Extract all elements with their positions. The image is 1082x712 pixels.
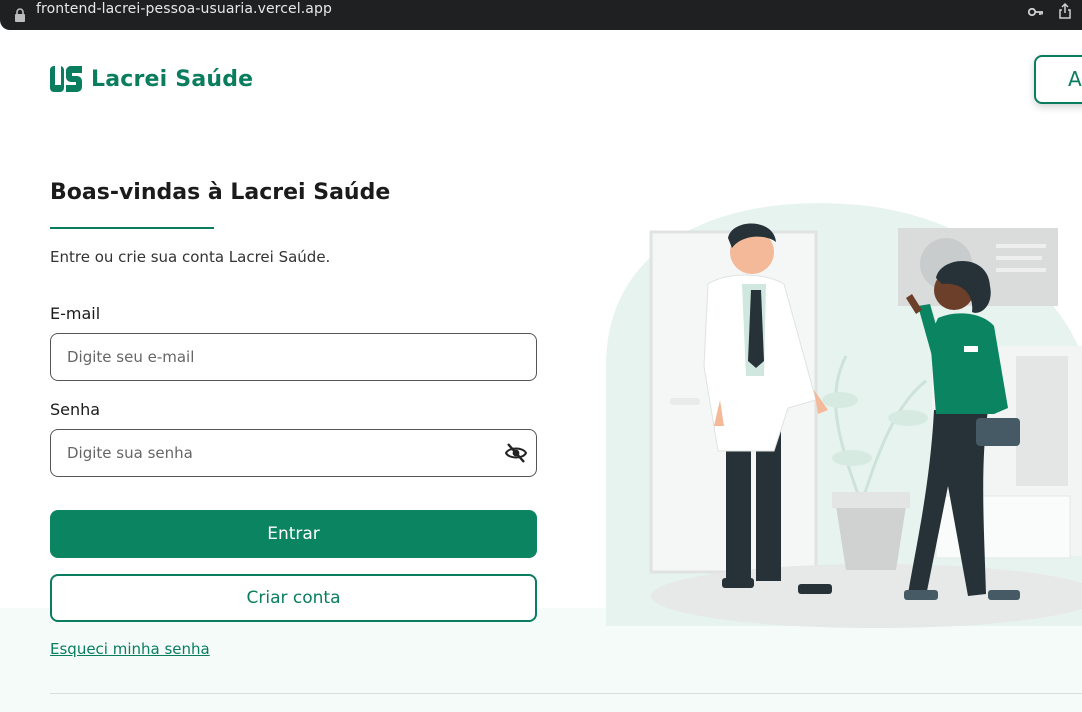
create-account-button[interactable]: Criar conta — [50, 574, 537, 622]
email-placeholder: Digite seu e-mail — [67, 348, 195, 366]
lock-icon — [15, 8, 25, 22]
lacrei-logo-icon — [50, 66, 82, 92]
page-title: Boas-vindas à Lacrei Saúde — [50, 180, 391, 205]
divider — [50, 693, 1082, 694]
password-placeholder: Digite sua senha — [67, 444, 193, 462]
email-label: E-mail — [50, 304, 101, 323]
browser-address-bar: frontend-lacrei-pessoa-usuaria.vercel.ap… — [0, 0, 1082, 30]
header-action-button[interactable]: A — [1034, 55, 1082, 104]
email-field[interactable]: Digite seu e-mail — [50, 333, 537, 381]
brand-name: Lacrei Saúde — [91, 66, 254, 92]
eye-slash-icon[interactable] — [504, 442, 528, 464]
share-icon[interactable] — [1058, 3, 1072, 19]
brand-logo[interactable]: Lacrei Saúde — [50, 66, 253, 92]
title-underline — [50, 227, 214, 229]
forgot-password-link[interactable]: Esqueci minha senha — [50, 640, 210, 658]
password-label: Senha — [50, 400, 101, 419]
doctor-patient-illustration — [606, 203, 1082, 628]
key-icon[interactable] — [1028, 6, 1044, 18]
password-field[interactable]: Digite sua senha — [50, 429, 537, 477]
page-subtitle: Entre ou crie sua conta Lacrei Saúde. — [50, 248, 331, 266]
address-url[interactable]: frontend-lacrei-pessoa-usuaria.vercel.ap… — [36, 1, 332, 17]
login-button[interactable]: Entrar — [50, 510, 537, 558]
